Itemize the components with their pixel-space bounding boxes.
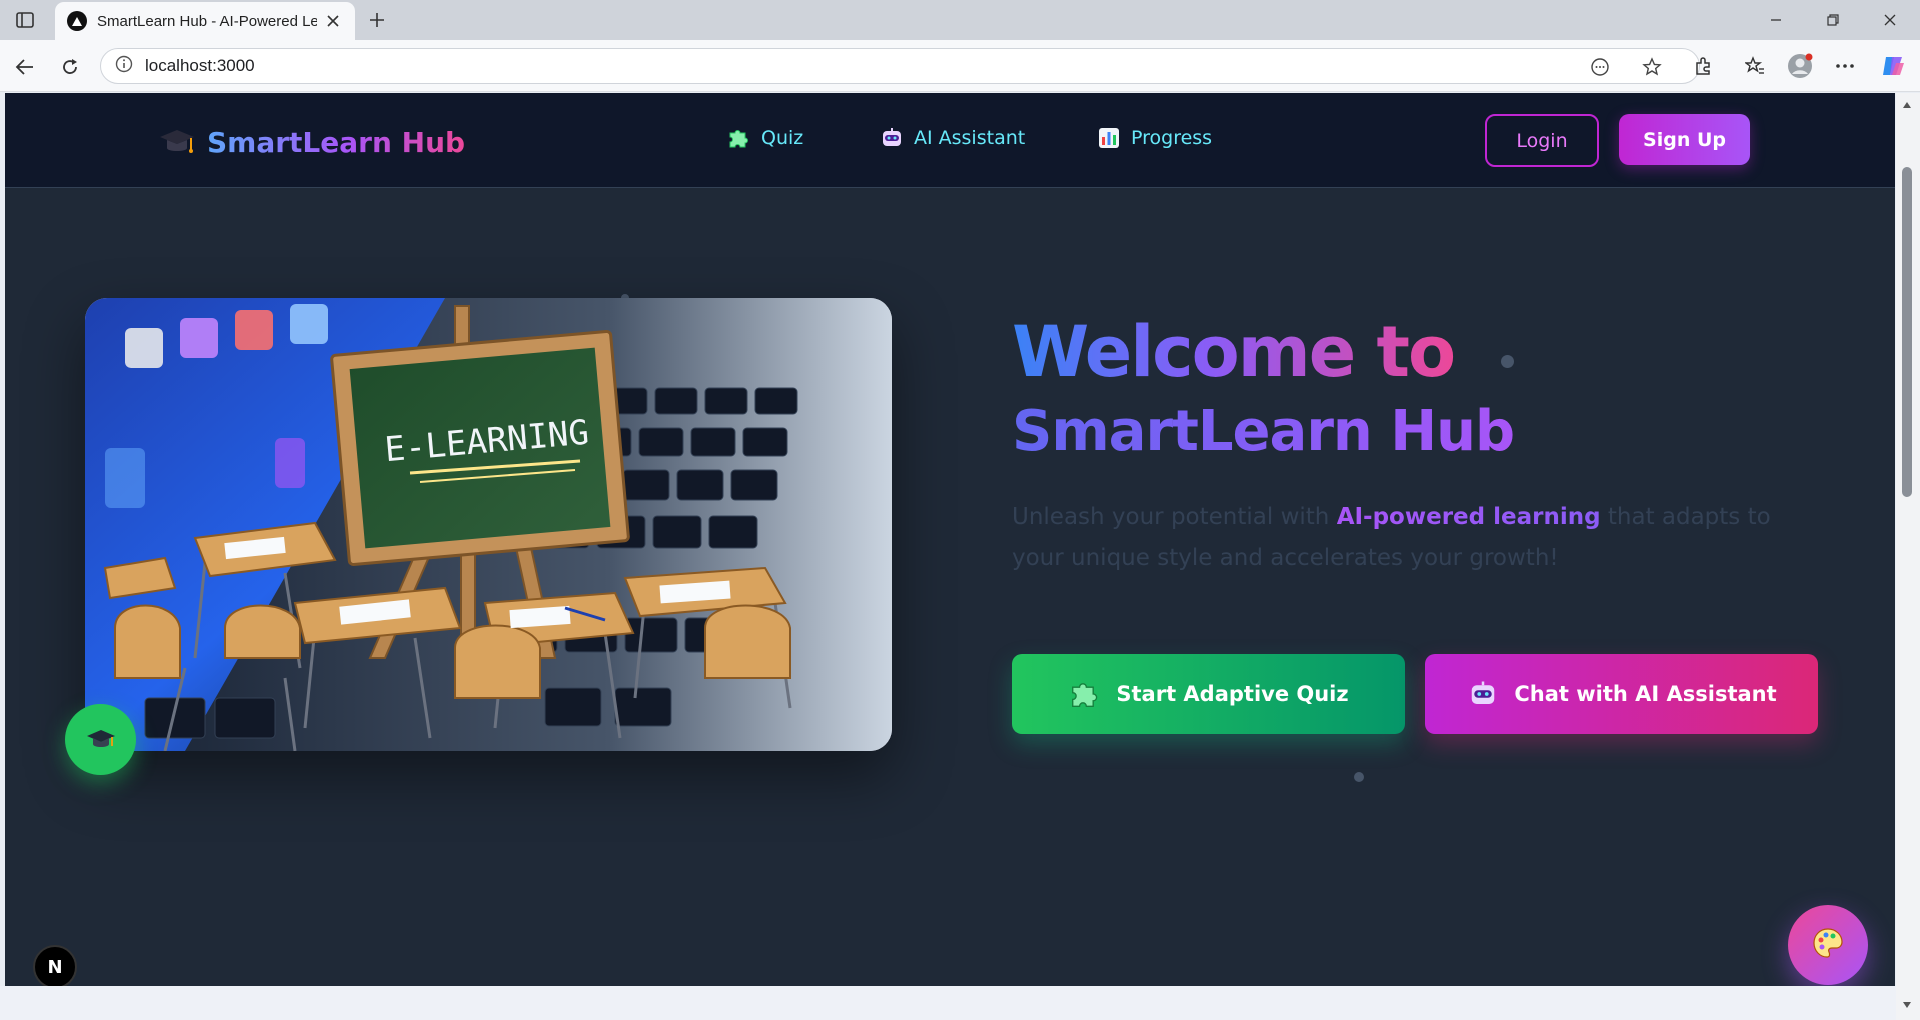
- robot-icon: [1466, 677, 1500, 711]
- nav-progress[interactable]: Progress: [1097, 126, 1212, 150]
- profile-avatar-icon[interactable]: [1787, 53, 1813, 79]
- tab-title: SmartLearn Hub - AI-Powered Learning: [97, 12, 317, 30]
- restore-icon[interactable]: [1822, 9, 1844, 31]
- theme-palette-button[interactable]: [1788, 905, 1868, 985]
- puzzle-icon: [1068, 677, 1102, 711]
- start-adaptive-quiz-button[interactable]: Start Adaptive Quiz: [1012, 654, 1405, 734]
- nav-quiz[interactable]: Quiz: [727, 126, 803, 150]
- scroll-down-arrow-icon[interactable]: [1901, 999, 1913, 1011]
- chat-ai-assistant-label: Chat with AI Assistant: [1514, 682, 1777, 706]
- favorite-star-icon[interactable]: [1641, 56, 1663, 78]
- nextjs-logo-icon: N: [47, 956, 63, 978]
- nav-ai-assistant[interactable]: AI Assistant: [880, 126, 1025, 150]
- extensions-icon[interactable]: [1690, 53, 1716, 79]
- decorative-dot: [1501, 355, 1514, 368]
- page-viewport: SmartLearn Hub Quiz AI Assistant Progres…: [5, 93, 1895, 986]
- back-arrow-icon[interactable]: [12, 54, 38, 80]
- minimize-icon[interactable]: [1765, 9, 1787, 31]
- hero-subtitle: Unleash your potential with AI-powered l…: [1012, 497, 1812, 579]
- browser-toolbar: localhost:3000: [0, 40, 1920, 92]
- vercel-favicon-icon: [67, 11, 87, 31]
- hero-subtitle-highlight: AI-powered learning: [1336, 504, 1601, 530]
- nav-progress-label: Progress: [1131, 127, 1213, 149]
- favorites-icon[interactable]: [1742, 53, 1768, 79]
- browser-tab-bar: SmartLearn Hub - AI-Powered Learning: [0, 0, 1920, 40]
- nav-ai-assistant-label: AI Assistant: [914, 127, 1026, 149]
- site-header: SmartLearn Hub Quiz AI Assistant Progres…: [5, 93, 1895, 188]
- copilot-icon[interactable]: [1880, 53, 1906, 79]
- hero-subtitle-start: Unleash your potential with: [1012, 504, 1337, 530]
- hero-elearning-image: E-LEARNING: [85, 298, 892, 751]
- scrollbar-thumb[interactable]: [1902, 167, 1912, 497]
- graduation-cap-badge-icon: [65, 704, 136, 775]
- reload-icon[interactable]: [57, 54, 83, 80]
- start-adaptive-quiz-label: Start Adaptive Quiz: [1116, 682, 1349, 706]
- reading-mode-icon[interactable]: [1589, 56, 1611, 78]
- brand-logo[interactable]: SmartLearn Hub: [157, 122, 465, 162]
- hero-title-line2: SmartLearn Hub: [1012, 399, 1515, 464]
- close-window-icon[interactable]: [1879, 9, 1901, 31]
- brand-name: SmartLearn Hub: [207, 125, 466, 159]
- new-tab-icon[interactable]: [366, 9, 388, 31]
- graduation-cap-icon: [157, 122, 197, 162]
- puzzle-icon: [727, 126, 751, 150]
- address-bar[interactable]: localhost:3000: [100, 48, 1700, 84]
- palette-icon: [1811, 926, 1845, 964]
- url-text[interactable]: localhost:3000: [145, 56, 255, 76]
- robot-icon: [880, 126, 904, 150]
- login-button[interactable]: Login: [1485, 114, 1599, 167]
- site-info-icon[interactable]: [115, 55, 133, 77]
- nav-quiz-label: Quiz: [761, 127, 804, 149]
- sidebar-toggle-icon[interactable]: [14, 9, 36, 31]
- page-bottom-area: [0, 986, 1896, 1020]
- browser-tab-active[interactable]: SmartLearn Hub - AI-Powered Learning: [55, 2, 355, 40]
- chat-ai-assistant-button[interactable]: Chat with AI Assistant: [1425, 654, 1818, 734]
- decorative-dot: [1354, 772, 1364, 782]
- page-scrollbar[interactable]: [1896, 93, 1920, 1020]
- signup-button[interactable]: Sign Up: [1619, 114, 1750, 165]
- bar-chart-icon: [1097, 126, 1121, 150]
- close-tab-icon[interactable]: [323, 11, 343, 31]
- more-menu-icon[interactable]: [1832, 53, 1858, 79]
- hero-title-line1: Welcome to: [1012, 311, 1456, 393]
- nextjs-dev-indicator[interactable]: N: [33, 945, 77, 986]
- scroll-up-arrow-icon[interactable]: [1901, 99, 1913, 111]
